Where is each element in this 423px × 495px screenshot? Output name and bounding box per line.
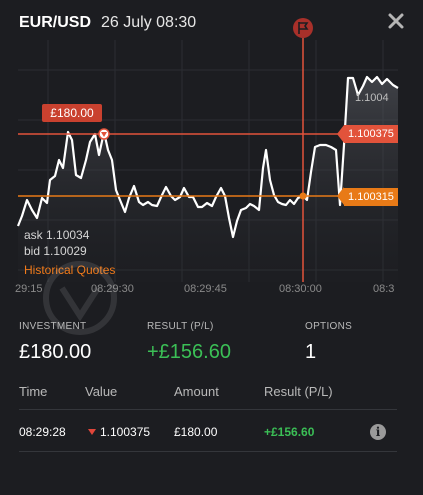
x-tick-label: 08:3	[373, 283, 395, 295]
row-value: 1.100375	[100, 425, 151, 439]
table-header-result: Result (P/L)	[264, 384, 333, 399]
x-tick-label: 08:30:00	[279, 283, 322, 295]
options-label: OPTIONS	[305, 321, 353, 332]
info-icon[interactable]: i	[370, 424, 386, 440]
table-divider	[19, 409, 397, 410]
lower-price-tag: 1.100315	[344, 188, 398, 206]
current-marker	[299, 192, 307, 200]
x-tick-label: 29:15	[15, 283, 43, 295]
arrow-down-icon	[88, 429, 96, 435]
table-header-amount: Amount	[174, 384, 219, 399]
upper-price-tag: 1.100375	[344, 125, 398, 143]
row-amount: £180.00	[174, 425, 218, 439]
row-time: 08:29:28	[19, 425, 66, 439]
price-axis-label: 1.1004	[355, 92, 389, 104]
table-header-time: Time	[19, 384, 48, 399]
table-header-value: Value	[85, 384, 118, 399]
x-tick-label: 08:29:45	[184, 283, 227, 295]
options-value: 1	[305, 341, 317, 363]
investment-label: INVESTMENT	[19, 321, 87, 332]
investment-value: £180.00	[19, 341, 92, 363]
entry-amount-tag: £180.00	[42, 104, 102, 122]
result-label: RESULT (P/L)	[147, 321, 214, 332]
row-result: +£156.60	[264, 425, 315, 439]
table-divider	[19, 451, 397, 452]
bid-price: bid 1.10029	[24, 244, 87, 258]
ask-price: ask 1.10034	[24, 228, 90, 242]
flag-icon	[293, 18, 313, 38]
result-value: +£156.60	[147, 341, 231, 363]
